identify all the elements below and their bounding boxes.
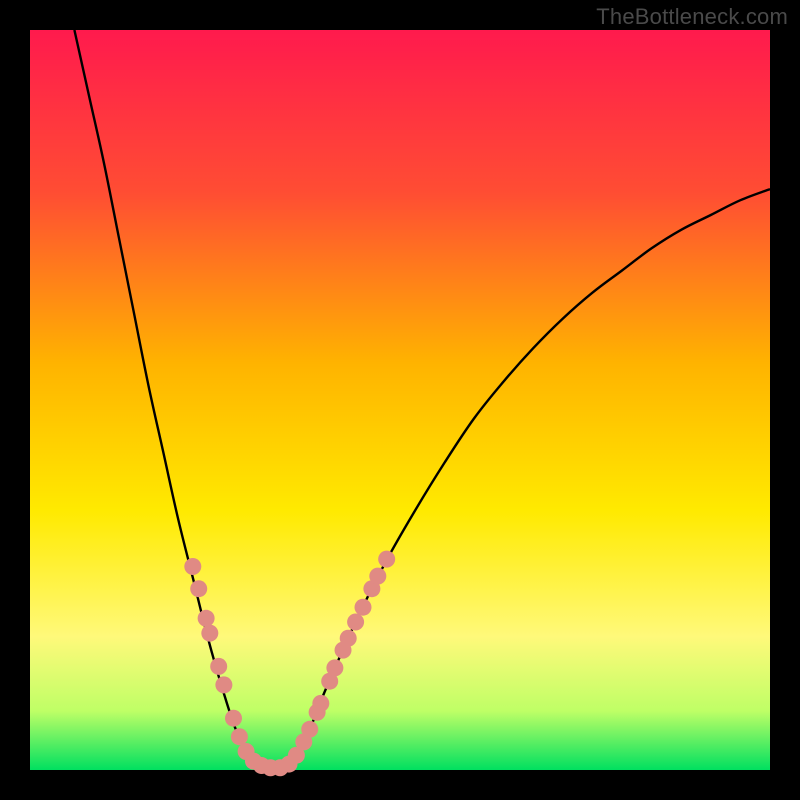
highlight-dot [326, 659, 343, 676]
highlight-dot [210, 658, 227, 675]
highlight-dot [312, 695, 329, 712]
highlight-dot [215, 676, 232, 693]
highlight-dot [231, 728, 248, 745]
highlight-dot [369, 568, 386, 585]
highlight-dot [355, 599, 372, 616]
highlight-dot [340, 630, 357, 647]
plot-background [30, 30, 770, 770]
chart-stage: TheBottleneck.com [0, 0, 800, 800]
highlight-dot [225, 710, 242, 727]
highlight-dot [190, 580, 207, 597]
bottleneck-chart [0, 0, 800, 800]
highlight-dot [184, 558, 201, 575]
highlight-dot [198, 610, 215, 627]
highlight-dot [378, 551, 395, 568]
highlight-dot [347, 614, 364, 631]
highlight-dot [301, 721, 318, 738]
watermark-text: TheBottleneck.com [596, 4, 788, 30]
highlight-dot [201, 625, 218, 642]
